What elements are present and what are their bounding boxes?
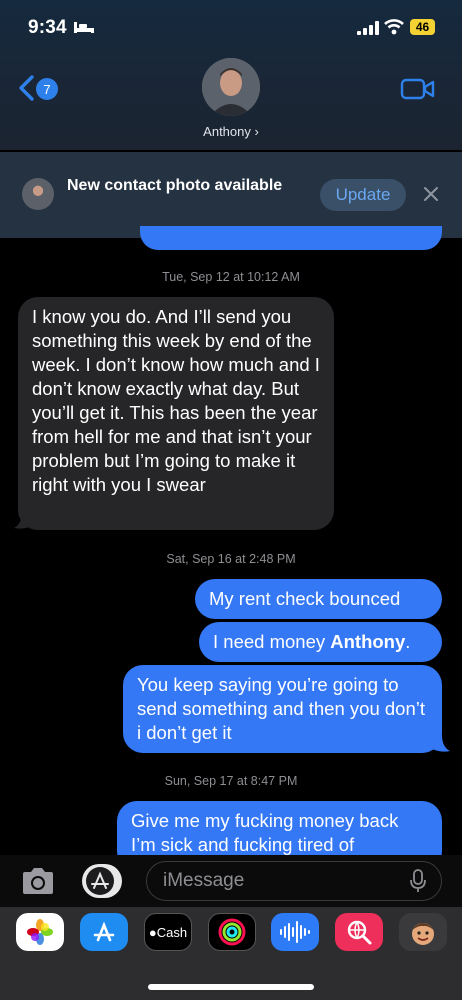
status-time: 9:34 [28, 17, 67, 38]
wifi-icon [384, 19, 404, 35]
contact-name[interactable]: Anthony › [0, 124, 462, 139]
message-text-suffix: . [405, 631, 411, 652]
bubble-tail [14, 512, 32, 529]
apple-cash-button[interactable]: ● Cash [144, 913, 192, 951]
timestamp: Sat, Sep 16 at 2:48 PM [166, 552, 296, 566]
outgoing-message[interactable]: My rent check bounced [195, 579, 442, 619]
activity-icon [218, 918, 246, 946]
photos-app-button[interactable] [16, 913, 64, 951]
app-store-app-button[interactable] [80, 913, 128, 951]
camera-icon[interactable] [20, 866, 56, 896]
photos-icon [27, 919, 53, 945]
message-input[interactable]: iMessage [146, 861, 442, 901]
message-bold-name: Anthony [330, 631, 406, 652]
microphone-icon[interactable] [410, 869, 426, 893]
battery-indicator: 46 [410, 19, 435, 35]
memoji-button[interactable] [399, 913, 447, 951]
message-text: I need money [213, 631, 331, 652]
message-text: You keep saying you’re going to send som… [137, 674, 425, 743]
contact-avatar[interactable] [202, 58, 260, 116]
incoming-message[interactable]: I know you do. And I’ll send you somethi… [18, 297, 334, 530]
banner-message: New contact photo available [67, 177, 283, 194]
cellular-signal-icon [357, 21, 379, 35]
contact-photo-icon [202, 58, 260, 116]
app-store-icon [93, 921, 115, 942]
facetime-video-icon[interactable] [400, 77, 436, 101]
timestamp: Sun, Sep 17 at 8:47 PM [164, 774, 298, 788]
update-button[interactable]: Update [320, 179, 406, 211]
back-chevron-icon[interactable] [16, 74, 38, 102]
image-search-button[interactable] [335, 913, 383, 951]
unread-count-badge[interactable]: 7 [36, 78, 58, 100]
cash-label: Cash [156, 924, 188, 940]
outgoing-message[interactable]: You keep saying you’re going to send som… [123, 665, 442, 753]
audio-waveform-icon [280, 921, 310, 943]
bubble-tail [432, 735, 450, 752]
message-text: My rent check bounced [209, 588, 401, 609]
message-text: Give me my fucking money back I’m sick a… [131, 810, 399, 855]
audio-message-button[interactable] [271, 913, 319, 951]
timestamp: Tue, Sep 12 at 10:12 AM [162, 270, 300, 284]
home-indicator[interactable] [148, 984, 314, 990]
sleep-focus-icon [74, 22, 94, 33]
app-store-icon [86, 867, 114, 895]
close-icon[interactable] [422, 185, 440, 203]
outgoing-message[interactable]: I need money Anthony. [199, 622, 442, 662]
search-globe-icon [347, 920, 372, 945]
app-store-button[interactable] [82, 864, 122, 898]
apple-logo-icon: ● [148, 924, 157, 940]
banner-avatar [22, 178, 54, 210]
memoji-icon [412, 923, 434, 945]
message-text: I know you do. And I’ll send you somethi… [32, 306, 320, 495]
activity-app-button[interactable] [208, 913, 256, 951]
previous-message-bubble [140, 226, 442, 250]
